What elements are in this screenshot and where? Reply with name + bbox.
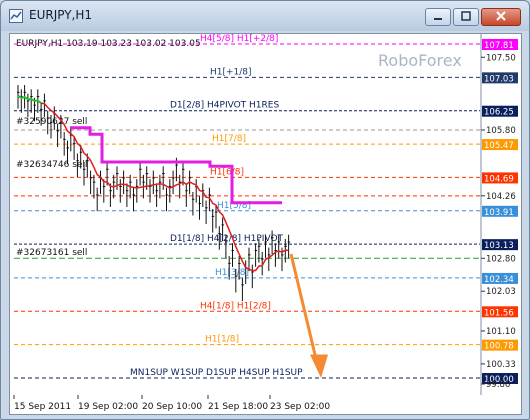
order-label: #32634746 sell — [16, 160, 87, 170]
price-tag-value: 102.34 — [484, 275, 514, 285]
time-label: 20 Sep 10:00 — [142, 402, 202, 412]
price-chart[interactable]: EURJPY,H1 103.19 103.23 103.02 103.05 Ro… — [10, 34, 521, 395]
order-label: #32673161 sell — [16, 248, 87, 258]
forecast-arrow-shaft — [289, 253, 320, 368]
level-label: H4[1/8] H1[2/8] — [200, 301, 271, 311]
scale-label: 104.26 — [486, 192, 516, 202]
level-label: D1[2/8] H4PIVOT H1RES — [170, 101, 279, 111]
level-label: H1[1/8] — [205, 335, 239, 345]
minimize-icon — [434, 18, 442, 20]
window-title: EURJPY,H1 — [29, 8, 93, 22]
level-label: H4[5/8] H1[+2/8] — [200, 34, 278, 44]
price-tag-value: 104.69 — [484, 174, 514, 184]
price-tag-value: 107.03 — [484, 74, 514, 84]
time-axis-svg: 15 Sep 2011 19 Sep 02:00 20 Sep 10:00 21 Se… — [13, 395, 330, 412]
scale-label: 105.80 — [486, 126, 516, 136]
time-label: 19 Sep 02:00 — [78, 402, 138, 412]
scale-label: 102.03 — [486, 287, 516, 297]
price-tag-value: 100.78 — [484, 342, 514, 352]
price-tag-value: 103.91 — [484, 208, 514, 218]
level-label: H1[3/8] — [215, 268, 249, 278]
watermark: RoboForex — [378, 51, 462, 70]
minimize-button[interactable] — [425, 8, 451, 26]
chart-window-icon — [9, 9, 23, 23]
close-icon — [496, 11, 506, 21]
level-label: H1[6/8] — [210, 167, 244, 177]
scale-label: 102.80 — [486, 254, 516, 264]
level-label: D1[1/8] H4[2/8] H1PIVOT — [170, 234, 284, 244]
chart-window: EURJPY,H1 EURJPY,H1 103.19 103.23 103.02… — [0, 0, 530, 420]
price-tag-value: 107.81 — [484, 41, 514, 51]
level-label: MN1SUP W1SUP D1SUP H4SUP H1SUP — [130, 368, 303, 378]
price-tag-value: 105.47 — [484, 141, 514, 151]
forecast-arrow-head — [310, 354, 328, 379]
time-axis: 15 Sep 2011 19 Sep 02:00 20 Sep 10:00 21 Se… — [9, 395, 522, 415]
price-tag-value: 106.25 — [484, 108, 514, 118]
time-label: 23 Sep 02:00 — [270, 402, 330, 412]
scale-label: 101.10 — [486, 327, 516, 337]
time-label: 15 Sep 2011 — [14, 402, 71, 412]
maximize-button[interactable] — [453, 8, 479, 26]
scale-label: 99.86 — [486, 380, 510, 390]
scale-label: 107.50 — [486, 53, 516, 63]
maximize-icon — [461, 11, 471, 21]
close-button[interactable] — [481, 8, 521, 26]
price-tag-value: 103.13 — [484, 241, 514, 251]
scale-label: 100.33 — [486, 360, 516, 370]
chart-area[interactable]: EURJPY,H1 103.19 103.23 103.02 103.05 Ro… — [9, 33, 522, 396]
level-label: H1[+1/8] — [210, 67, 252, 77]
title-bar[interactable]: EURJPY,H1 — [1, 1, 529, 31]
level-label: H1[7/8] — [212, 134, 246, 144]
time-label: 21 Sep 18:00 — [208, 402, 268, 412]
price-tag-value: 101.56 — [484, 308, 514, 318]
